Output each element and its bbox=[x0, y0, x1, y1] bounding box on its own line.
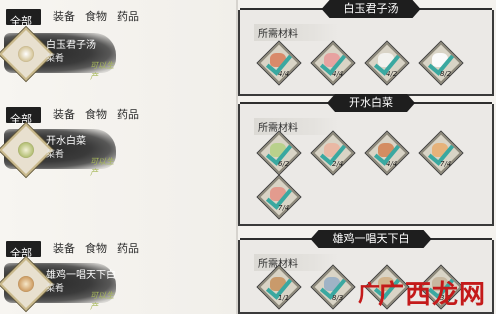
material-quantity: 4/4 bbox=[278, 70, 290, 78]
category-tabs: 全部 装备 食物 药品 bbox=[6, 8, 149, 28]
material-slot[interactable]: 2/4 bbox=[311, 131, 355, 175]
material-slot[interactable]: 7/4 bbox=[257, 175, 301, 219]
tab-food[interactable]: 食物 bbox=[85, 241, 107, 257]
material-slot[interactable]: 1/1 bbox=[257, 265, 301, 309]
recipe-title: 白玉君子汤 bbox=[322, 0, 421, 18]
material-slot[interactable]: 8/3 bbox=[311, 265, 355, 309]
tab-equipment[interactable]: 装备 bbox=[53, 241, 75, 257]
tab-equipment[interactable]: 装备 bbox=[53, 9, 75, 25]
recipe-title: 开水白菜 bbox=[327, 94, 415, 112]
dish-grade: 可以生产 bbox=[90, 157, 114, 177]
materials-label: 所需材料 bbox=[254, 24, 338, 41]
material-quantity: 8/2 bbox=[440, 70, 452, 78]
tab-all[interactable]: 全部 bbox=[6, 241, 41, 260]
tab-food[interactable]: 食物 bbox=[85, 9, 107, 25]
watermark: 广西龙网 bbox=[378, 280, 487, 310]
material-quantity: 4/4 bbox=[386, 160, 398, 168]
watermark-logo-icon: 广 bbox=[358, 282, 381, 307]
panel-title-bar: 开水白菜 bbox=[240, 94, 492, 112]
material-quantity: 4/2 bbox=[386, 70, 398, 78]
category-tabs: 全部 装备 食物 药品 bbox=[6, 106, 149, 126]
inventory-item[interactable]: 开水白菜 菜肴 可以生产 bbox=[0, 123, 116, 177]
material-quantity: 2/4 bbox=[332, 160, 344, 168]
material-slot[interactable]: 4/2 bbox=[365, 41, 409, 85]
tab-all[interactable]: 全部 bbox=[6, 9, 41, 28]
panel-title-bar: 白玉君子汤 bbox=[240, 0, 492, 18]
material-quantity: 7/4 bbox=[278, 204, 290, 212]
dish-name: 开水白菜 bbox=[46, 136, 86, 147]
panel-title-bar: 雄鸡一唱天下白 bbox=[240, 230, 492, 248]
material-slot[interactable]: 4/4 bbox=[365, 131, 409, 175]
tab-food[interactable]: 食物 bbox=[85, 107, 107, 123]
tab-medicine[interactable]: 药品 bbox=[117, 241, 139, 257]
dish-grade: 可以生产 bbox=[90, 291, 114, 311]
material-quantity: 4/4 bbox=[332, 70, 344, 78]
material-slot[interactable]: 4/4 bbox=[257, 41, 301, 85]
dish-name: 雄鸡一唱天下白 bbox=[46, 270, 116, 281]
dish-name: 白玉君子汤 bbox=[46, 40, 96, 51]
material-quantity: 6/2 bbox=[278, 160, 290, 168]
tab-medicine[interactable]: 药品 bbox=[117, 9, 139, 25]
inventory-item[interactable]: 雄鸡一唱天下白 菜肴 可以生产 bbox=[0, 257, 116, 311]
material-quantity: 7/4 bbox=[440, 160, 452, 168]
tab-all[interactable]: 全部 bbox=[6, 107, 41, 126]
material-quantity: 1/1 bbox=[278, 294, 290, 302]
category-tabs: 全部 装备 食物 药品 bbox=[6, 240, 149, 260]
material-slot[interactable]: 8/2 bbox=[419, 41, 463, 85]
tab-equipment[interactable]: 装备 bbox=[53, 107, 75, 123]
inventory-item[interactable]: 白玉君子汤 菜肴 可以生产 bbox=[0, 27, 116, 81]
dish-type: 菜肴 bbox=[46, 150, 65, 160]
material-slot[interactable]: 6/2 bbox=[257, 131, 301, 175]
material-slot[interactable]: 7/4 bbox=[419, 131, 463, 175]
tab-medicine[interactable]: 药品 bbox=[117, 107, 139, 123]
material-slot[interactable]: 4/4 bbox=[311, 41, 355, 85]
dish-grade: 可以生产 bbox=[90, 61, 114, 81]
recipe-title: 雄鸡一唱天下白 bbox=[311, 230, 432, 248]
material-quantity: 8/3 bbox=[332, 294, 344, 302]
recipe-panel: 白玉君子汤 所需材料 4/4 4/4 4/2 8/2 bbox=[238, 10, 494, 96]
dish-type: 菜肴 bbox=[46, 284, 65, 294]
dish-type: 菜肴 bbox=[46, 54, 65, 64]
recipe-panel: 开水白菜 所需材料 6/2 2/4 4/4 7/4 7/4 bbox=[238, 104, 494, 226]
